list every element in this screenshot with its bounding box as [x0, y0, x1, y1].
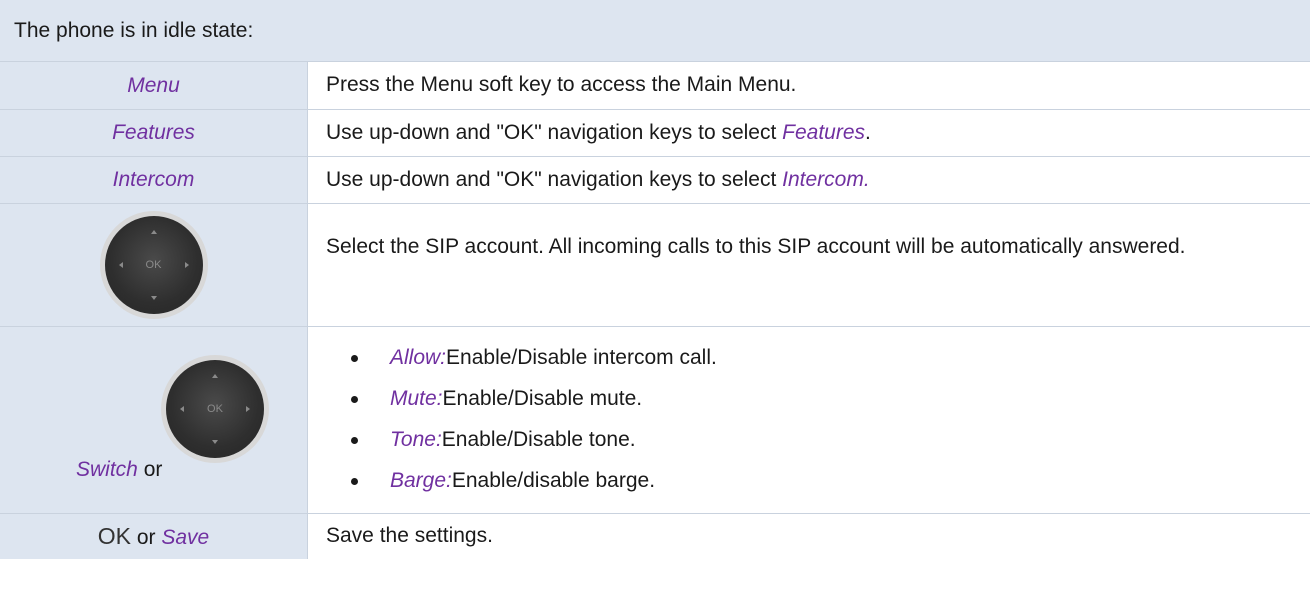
navigation-keypad-face: OK: [104, 216, 203, 314]
step-label-cell: Features: [0, 110, 308, 156]
description-emphasis: Features: [782, 120, 866, 144]
save-softkey-label: Save: [161, 526, 210, 549]
table-row: Features Use up-down and "OK" navigation…: [0, 110, 1310, 157]
option-text: Enable/Disable tone.: [441, 428, 636, 452]
option-label: Barge:: [390, 469, 452, 493]
step-label-cell: OK: [0, 204, 308, 326]
navigation-keypad-face: OK: [166, 360, 264, 458]
step-label-cell: OK or Save: [0, 514, 308, 559]
description-emphasis: Intercom.: [782, 167, 870, 191]
option-text: Enable/Disable intercom call.: [446, 346, 717, 370]
list-item: Allow: Enable/Disable intercom call.: [308, 338, 1290, 379]
step-label-cell: Intercom: [0, 157, 308, 203]
list-item: Mute: Enable/Disable mute.: [308, 379, 1290, 420]
step-description-cell: Press the Menu soft key to access the Ma…: [308, 62, 1310, 109]
step-description: Press the Menu soft key to access the Ma…: [326, 73, 797, 97]
step-description: Select the SIP account. All incoming cal…: [326, 235, 1186, 258]
ok-key-text: OK: [97, 523, 131, 549]
step-description: Use up-down and "OK" navigation keys to …: [326, 165, 870, 195]
switch-softkey-label: Switch or: [76, 458, 162, 482]
features-label: Features: [112, 121, 195, 144]
header-text: The phone is in idle state:: [14, 18, 254, 42]
step-label-cell: OK Switch or: [0, 327, 308, 513]
or-text: or: [131, 526, 162, 549]
navigation-keypad-icon: OK: [99, 211, 208, 319]
description-suffix: .: [865, 120, 871, 144]
table-header: The phone is in idle state:: [0, 0, 1310, 62]
option-label: Allow:: [390, 346, 447, 370]
step-description-cell: Use up-down and "OK" navigation keys to …: [308, 157, 1310, 203]
bullet-icon: [351, 437, 358, 444]
list-item: Tone: Enable/Disable tone.: [308, 420, 1290, 461]
step-description: Use up-down and "OK" navigation keys to …: [326, 118, 871, 148]
option-list: Allow: Enable/Disable intercom call. Mut…: [308, 327, 1290, 502]
ok-key-label: OK: [207, 403, 223, 415]
description-text: Use up-down and "OK" navigation keys to …: [326, 167, 783, 191]
switch-label: Switch: [76, 458, 138, 481]
table-row: OK Switch or Allow: Enable/Disable inter…: [0, 327, 1310, 514]
arrow-down-icon: [212, 440, 218, 444]
option-label: Tone:: [390, 428, 442, 452]
step-description-cell: Use up-down and "OK" navigation keys to …: [308, 110, 1310, 156]
intercom-label: Intercom: [112, 168, 195, 191]
menu-softkey-label: Menu: [127, 73, 180, 97]
step-description-cell: Save the settings.: [308, 514, 1310, 559]
step-description-cell: Allow: Enable/Disable intercom call. Mut…: [308, 327, 1310, 513]
option-text: Enable/disable barge.: [451, 469, 656, 493]
ok-key-label: OK: [145, 259, 162, 271]
table-row: Menu Press the Menu soft key to access t…: [0, 62, 1310, 110]
instruction-table: The phone is in idle state: Menu Press t…: [0, 0, 1310, 559]
bullet-icon: [351, 396, 358, 403]
arrow-up-icon: [150, 230, 157, 234]
description-text: Use up-down and "OK" navigation keys to …: [326, 120, 783, 144]
bullet-icon: [351, 355, 358, 362]
step-description: Save the settings.: [326, 524, 493, 548]
table-row: Intercom Use up-down and "OK" navigation…: [0, 157, 1310, 204]
arrow-down-icon: [150, 296, 157, 300]
list-item: Barge: Enable/disable barge.: [308, 461, 1290, 502]
bullet-icon: [351, 478, 358, 485]
step-description-cell: Select the SIP account. All incoming cal…: [308, 204, 1310, 326]
or-text: or: [137, 458, 163, 481]
ok-or-save-label: OK or Save: [98, 523, 209, 550]
table-row: OK or Save Save the settings.: [0, 514, 1310, 559]
navigation-keypad-icon: OK: [161, 355, 269, 463]
option-text: Enable/Disable mute.: [442, 387, 643, 411]
option-label: Mute:: [390, 387, 443, 411]
step-label-cell: Menu: [0, 62, 308, 109]
table-row: OK Select the SIP account. All incoming …: [0, 204, 1310, 327]
arrow-up-icon: [212, 374, 218, 378]
